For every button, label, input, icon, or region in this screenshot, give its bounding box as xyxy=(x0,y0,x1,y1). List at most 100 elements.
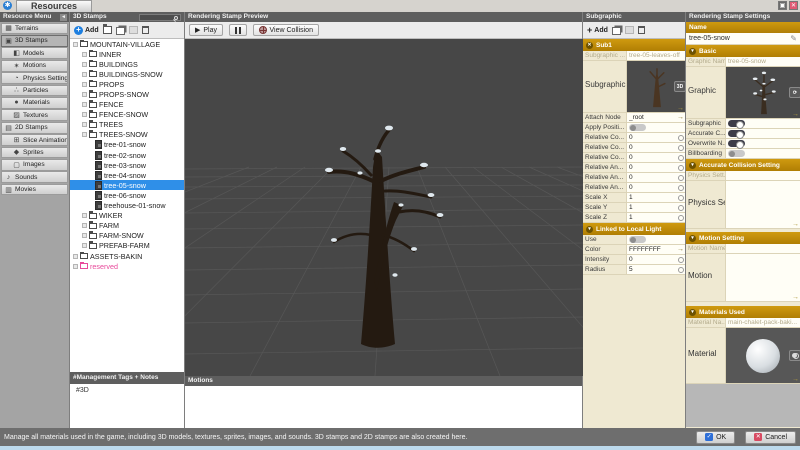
property-row[interactable]: Overwrite N... → xyxy=(686,139,800,149)
sidebar-item[interactable]: ▦ Terrains xyxy=(1,23,68,35)
property-row[interactable]: Accurate C... → xyxy=(686,129,800,139)
tree-expander-icon[interactable] xyxy=(82,122,87,127)
tree-row[interactable]: MOUNTAIN-VILLAGE xyxy=(70,39,184,49)
motions-list[interactable] xyxy=(185,386,582,428)
tree-row[interactable]: tree-05-snow xyxy=(70,180,184,190)
tree-row[interactable]: FARM-SNOW xyxy=(70,231,184,241)
property-row[interactable]: Use → xyxy=(583,235,685,245)
property-value[interactable]: 1 xyxy=(629,214,683,221)
tree-expander-icon[interactable] xyxy=(73,254,78,259)
collision-section-header[interactable]: ▾ Accurate Collision Setting xyxy=(686,159,800,171)
toggle-switch[interactable] xyxy=(728,150,745,157)
dock-icon[interactable]: ▣ xyxy=(778,1,787,10)
tree-expander-icon[interactable] xyxy=(82,102,87,107)
tree-row[interactable]: PROPS xyxy=(70,79,184,89)
tree-row[interactable]: tree-03-snow xyxy=(70,160,184,170)
open-graphic-arrow-icon[interactable]: → xyxy=(792,111,799,118)
toggle-switch[interactable] xyxy=(629,236,646,243)
ok-button[interactable]: ✓ OK xyxy=(696,431,735,444)
material-thumbnail[interactable]: → xyxy=(726,328,800,383)
sidebar-item[interactable]: ▣ 3D Stamps xyxy=(1,35,68,47)
motion-thumbnail[interactable]: → xyxy=(726,254,800,301)
tree-expander-icon[interactable] xyxy=(82,112,87,117)
search-input[interactable] xyxy=(139,14,181,21)
sidebar-item[interactable]: ▢ Images xyxy=(1,159,68,171)
property-value[interactable]: 1 xyxy=(629,194,683,201)
property-row[interactable]: Apply Positi... → xyxy=(583,123,685,133)
sidebar-item[interactable]: ◔ Physics Settings xyxy=(1,72,68,84)
tree-row[interactable]: tree-02-snow xyxy=(70,150,184,160)
edit-name-icon[interactable]: ✎ xyxy=(790,34,797,43)
tree-row[interactable]: tree-06-snow xyxy=(70,190,184,200)
sub1-section-header[interactable]: ✕ Sub1 xyxy=(583,39,685,51)
save-icon[interactable] xyxy=(625,26,634,34)
tree-row[interactable]: INNER xyxy=(70,49,184,59)
trash-icon[interactable] xyxy=(638,26,645,34)
property-row[interactable]: Intensity 0 → xyxy=(583,255,685,265)
sidebar-item[interactable]: ♪ Sounds xyxy=(1,171,68,183)
tree-expander-icon[interactable] xyxy=(82,243,87,248)
tree-expander-icon[interactable] xyxy=(82,223,87,228)
tree-expander-icon[interactable] xyxy=(82,52,87,57)
property-row[interactable]: Scale X 1 → xyxy=(583,193,685,203)
property-row[interactable]: Attach Node _root → xyxy=(583,113,685,123)
sidebar-item[interactable]: ▥ Movies xyxy=(1,184,68,196)
property-value[interactable]: 5 xyxy=(629,266,683,273)
tree-row[interactable]: treehouse-01-snow xyxy=(70,201,184,211)
add-subgraphic-button[interactable]: + Add xyxy=(587,25,608,35)
property-row[interactable]: Relative An... 0 → xyxy=(583,183,685,193)
tags-content[interactable]: #3D xyxy=(70,384,184,428)
toggle-switch[interactable] xyxy=(728,120,745,127)
trash-icon[interactable] xyxy=(142,26,149,34)
save-icon[interactable] xyxy=(129,26,138,34)
toggle-switch[interactable] xyxy=(728,140,745,147)
sidebar-item[interactable]: ▤ 2D Stamps xyxy=(1,122,68,134)
view-collision-button[interactable]: View Collision xyxy=(253,24,319,36)
tree-row[interactable]: BUILDINGS xyxy=(70,59,184,69)
tree-row[interactable]: PROPS-SNOW xyxy=(70,89,184,99)
tree-row[interactable]: tree-04-snow xyxy=(70,170,184,180)
tree-row[interactable]: BUILDINGS-SNOW xyxy=(70,69,184,79)
open-motion-arrow-icon[interactable]: → xyxy=(792,294,799,301)
tree-row[interactable]: FENCE-SNOW xyxy=(70,110,184,120)
play-button[interactable]: ▶ Play xyxy=(189,24,223,36)
tree-row[interactable]: WIKER xyxy=(70,211,184,221)
property-row[interactable]: Billboarding → xyxy=(686,149,800,159)
new-folder-icon[interactable] xyxy=(103,26,112,34)
property-value[interactable]: 0 xyxy=(629,134,683,141)
reset-icon[interactable] xyxy=(678,175,684,181)
property-row[interactable]: Scale Z 1 → xyxy=(583,213,685,223)
open-arrow-icon[interactable]: → xyxy=(677,246,684,253)
open-subgraphic-arrow-icon[interactable]: → xyxy=(677,105,684,112)
property-row[interactable]: Relative Co... 0 → xyxy=(583,153,685,163)
open-arrow-icon[interactable]: → xyxy=(677,114,684,121)
property-value[interactable]: 0 xyxy=(629,184,683,191)
tree-expander-icon[interactable] xyxy=(82,82,87,87)
basic-section-header[interactable]: ▾ Basic xyxy=(686,45,800,57)
sidebar-item[interactable]: ∴ Particles xyxy=(1,85,68,97)
open-material-arrow-icon[interactable]: → xyxy=(792,376,799,383)
reset-icon[interactable] xyxy=(678,267,684,273)
close-icon[interactable]: ✕ xyxy=(789,1,798,10)
property-row[interactable]: Relative Co... 0 → xyxy=(583,133,685,143)
property-row[interactable]: Scale Y 1 → xyxy=(583,203,685,213)
reset-icon[interactable] xyxy=(678,205,684,211)
property-value[interactable]: 0 xyxy=(629,174,683,181)
stamp-name-row[interactable]: tree-05-snow ✎ xyxy=(686,33,800,45)
reset-icon[interactable] xyxy=(678,155,684,161)
reset-icon[interactable] xyxy=(678,185,684,191)
reset-icon[interactable] xyxy=(678,257,684,263)
tree-row[interactable]: TREES-SNOW xyxy=(70,130,184,140)
tree-row[interactable]: ASSETS-BAKIN xyxy=(70,251,184,261)
reset-icon[interactable] xyxy=(678,165,684,171)
toggle-switch[interactable] xyxy=(629,124,646,131)
property-value[interactable]: FFFFFFFF xyxy=(629,246,683,253)
tree-row[interactable]: FARM xyxy=(70,221,184,231)
property-value[interactable]: 0 xyxy=(629,256,683,263)
sidebar-item[interactable]: ● Materials xyxy=(1,97,68,109)
tree-expander-icon[interactable] xyxy=(82,62,87,67)
collapse-sidebar-icon[interactable]: ◄ xyxy=(60,14,67,21)
sidebar-item[interactable]: ▨ Textures xyxy=(1,109,68,121)
property-value[interactable]: 1 xyxy=(629,204,683,211)
subgraphic-thumbnail[interactable]: 3D → xyxy=(627,61,685,112)
